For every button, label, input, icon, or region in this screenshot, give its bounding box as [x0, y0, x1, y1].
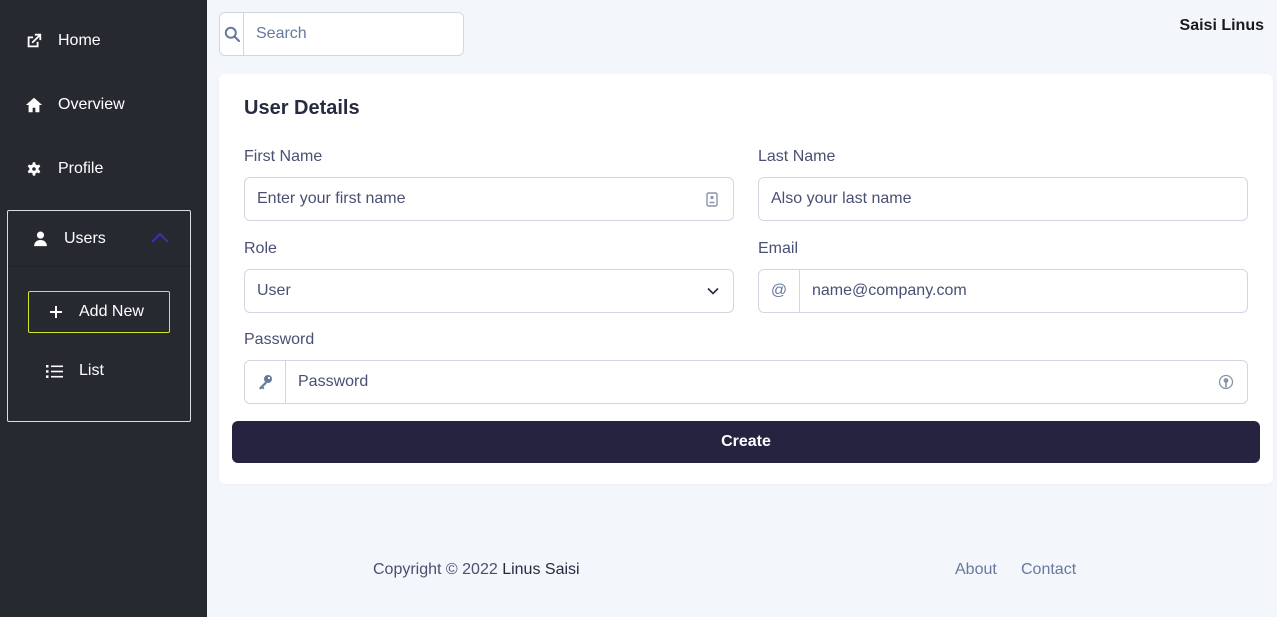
footer-link-about[interactable]: About	[955, 561, 997, 579]
list-label: List	[79, 362, 104, 379]
first-name-input[interactable]	[245, 178, 697, 220]
last-name-label: Last Name	[758, 148, 836, 165]
house-icon	[24, 95, 44, 115]
sidebar-item-label: Home	[58, 32, 101, 49]
sidebar-item-home[interactable]: Home	[24, 29, 101, 53]
plus-icon	[49, 305, 63, 319]
sidebar-item-users[interactable]: Users	[8, 211, 190, 267]
search-input[interactable]	[244, 13, 463, 55]
role-selected-value: User	[257, 282, 291, 299]
gear-icon	[24, 159, 44, 179]
email-input[interactable]	[800, 270, 1247, 312]
role-label: Role	[244, 240, 277, 257]
email-label: Email	[758, 240, 799, 257]
search-bar	[219, 12, 464, 56]
first-name-field	[244, 177, 734, 221]
chevron-up-icon[interactable]	[150, 231, 170, 245]
first-name-label: First Name	[244, 148, 323, 165]
sidebar-users-group: Users Add New List	[7, 210, 191, 422]
sidebar-item-label: Users	[64, 229, 106, 247]
chevron-down-icon	[693, 287, 733, 295]
last-name-field	[758, 177, 1248, 221]
sidebar-item-list[interactable]: List	[46, 362, 104, 380]
user-menu-name[interactable]: Saisi Linus	[1180, 17, 1264, 35]
sidebar-item-overview[interactable]: Overview	[24, 93, 125, 117]
password-label: Password	[244, 331, 315, 348]
user-icon	[30, 229, 50, 249]
add-new-label: Add New	[79, 303, 144, 320]
at-sign-icon: @	[759, 270, 800, 312]
list-icon	[46, 364, 63, 379]
key-icon	[245, 361, 286, 403]
sidebar: Home Overview Profile Users Add New List	[0, 0, 207, 617]
password-input[interactable]	[286, 361, 1211, 403]
password-manager-icon[interactable]	[1211, 374, 1241, 390]
search-icon[interactable]	[220, 13, 244, 55]
email-field: @	[758, 269, 1248, 313]
password-field	[244, 360, 1248, 404]
author-link[interactable]: Linus Saisi	[502, 561, 579, 578]
page-title: User Details	[244, 97, 360, 119]
last-name-input[interactable]	[759, 178, 1247, 220]
external-link-icon	[24, 31, 44, 51]
sidebar-item-profile[interactable]: Profile	[24, 157, 103, 181]
footer-copyright: Copyright © 2022 Linus Saisi	[373, 561, 580, 579]
sidebar-item-label: Profile	[58, 160, 104, 177]
add-new-button[interactable]: Add New	[28, 291, 170, 333]
footer-link-contact[interactable]: Contact	[1021, 561, 1076, 579]
user-details-card: User Details First Name Last Name Role U…	[219, 74, 1273, 484]
copyright-text: Copyright © 2022	[373, 561, 498, 578]
create-button[interactable]: Create	[232, 421, 1260, 463]
sidebar-item-label: Overview	[58, 96, 125, 113]
contact-card-icon	[697, 191, 727, 207]
role-select[interactable]: User	[244, 269, 734, 313]
